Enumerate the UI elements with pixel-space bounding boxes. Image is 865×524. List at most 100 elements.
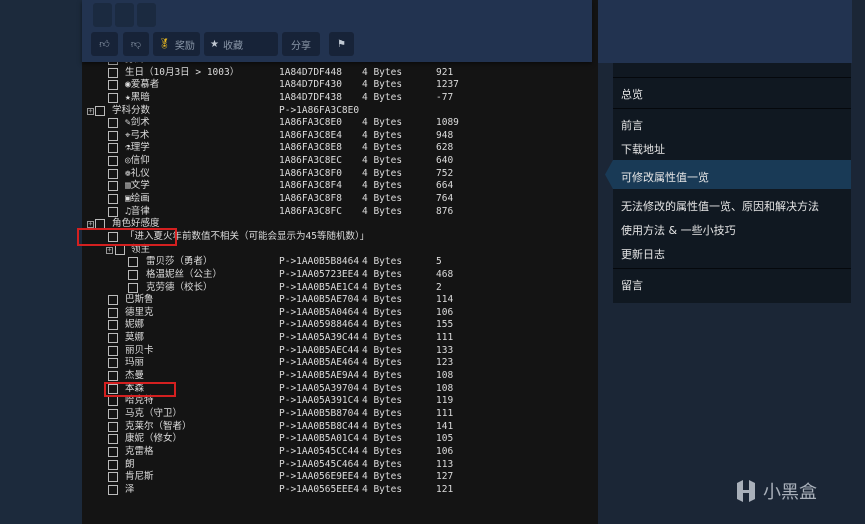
active-checkbox[interactable] bbox=[108, 345, 118, 356]
active-checkbox[interactable] bbox=[108, 194, 118, 205]
right-header-panel bbox=[598, 0, 852, 63]
table-row[interactable]: ❁礼仪 1A86FA3C8F0 4 Bytes 752 bbox=[82, 168, 598, 181]
thumbs-down-button[interactable]: 👎︎ bbox=[123, 32, 149, 56]
table-row[interactable]: 巴斯鲁 P->1AA0B5AE704 4 Bytes 114 bbox=[82, 294, 598, 307]
sidebar-item-comments[interactable]: 留言 bbox=[621, 277, 643, 293]
cell-addr: P->1AA0B5AE1C4 bbox=[279, 281, 360, 293]
table-row[interactable]: 康妮（修女） P->1AA0B5A01C4 4 Bytes 105 bbox=[82, 433, 598, 446]
table-row[interactable]: ⚗理学 1A86FA3C8E8 4 Bytes 628 bbox=[82, 142, 598, 155]
expand-icon[interactable]: + bbox=[87, 107, 94, 115]
table-row[interactable]: 克雷格 P->1AA0545CC44 4 Bytes 106 bbox=[82, 446, 598, 459]
placeholder-button[interactable] bbox=[93, 3, 112, 27]
active-checkbox[interactable] bbox=[108, 446, 118, 457]
sidebar-item-modifiable-values[interactable]: 可修改属性值一览 bbox=[621, 169, 709, 185]
active-checkbox[interactable] bbox=[108, 295, 118, 306]
table-row[interactable]: 莫娜 P->1AA05A39C44 4 Bytes 111 bbox=[82, 332, 598, 345]
table-row[interactable]: ▥文学 1A86FA3C8F4 4 Bytes 664 bbox=[82, 180, 598, 193]
sidebar-item-changelog[interactable]: 更新日志 bbox=[621, 246, 665, 262]
active-checkbox[interactable] bbox=[108, 408, 118, 419]
active-checkbox[interactable] bbox=[108, 371, 118, 382]
cell-value: 640 bbox=[436, 155, 454, 167]
active-checkbox[interactable] bbox=[108, 130, 118, 141]
favorite-button[interactable]: ★ 收藏 bbox=[204, 32, 278, 56]
cell-value: 111 bbox=[436, 332, 454, 344]
cell-addr: P->1AA05A39704 bbox=[279, 382, 360, 394]
expand-icon[interactable]: + bbox=[106, 246, 113, 254]
active-checkbox[interactable] bbox=[128, 257, 138, 268]
table-row[interactable]: 克劳德（校长） P->1AA0B5AE1C4 4 Bytes 2 bbox=[82, 282, 598, 295]
placeholder-button[interactable] bbox=[115, 3, 134, 27]
cell-name: 杰曼 bbox=[125, 370, 145, 382]
active-checkbox[interactable] bbox=[115, 244, 125, 255]
table-row[interactable]: ⌖弓术 1A86FA3C8E4 4 Bytes 948 bbox=[82, 130, 598, 143]
table-row[interactable]: 克莱尔（智者） P->1AA0B5B8C44 4 Bytes 141 bbox=[82, 421, 598, 434]
table-row[interactable]: 杰曼 P->1AA0B5AE9A4 4 Bytes 108 bbox=[82, 370, 598, 383]
cell-value: 764 bbox=[436, 193, 454, 205]
cell-addr: P->1AA0B5B8C44 bbox=[279, 420, 360, 432]
active-checkbox[interactable] bbox=[108, 206, 118, 217]
table-row[interactable]: 德里克 P->1AA0B5A0464 4 Bytes 106 bbox=[82, 307, 598, 320]
cell-type: 4 Bytes bbox=[362, 370, 403, 382]
active-checkbox[interactable] bbox=[108, 92, 118, 103]
report-button[interactable]: ⚑ bbox=[329, 32, 354, 56]
table-row[interactable]: 格温妮丝（公主） P->1AA05723EE4 4 Bytes 468 bbox=[82, 269, 598, 282]
active-checkbox[interactable] bbox=[108, 358, 118, 369]
active-checkbox[interactable] bbox=[108, 168, 118, 179]
active-checkbox[interactable] bbox=[108, 421, 118, 432]
highlight-box-jieman bbox=[104, 382, 176, 397]
cell-addr: 1A86FA3C8EC bbox=[279, 155, 342, 167]
sidebar-item-download[interactable]: 下载地址 bbox=[621, 141, 665, 157]
table-row[interactable]: ♫音律 1A86FA3C8FC 4 Bytes 876 bbox=[82, 206, 598, 219]
active-checkbox[interactable] bbox=[108, 181, 118, 192]
active-checkbox[interactable] bbox=[108, 118, 118, 129]
active-checkbox[interactable] bbox=[108, 333, 118, 344]
active-checkbox[interactable] bbox=[108, 472, 118, 483]
active-checkbox[interactable] bbox=[108, 156, 118, 167]
table-row[interactable]: ◎信仰 1A86FA3C8EC 4 Bytes 640 bbox=[82, 155, 598, 168]
table-row[interactable]: 雷贝莎（勇者） P->1AA0B5B8464 4 Bytes 5 bbox=[82, 256, 598, 269]
sidebar-item-preface[interactable]: 前言 bbox=[621, 117, 643, 133]
table-row[interactable]: 朗 P->1AA0545C464 4 Bytes 113 bbox=[82, 459, 598, 472]
active-checkbox[interactable] bbox=[108, 307, 118, 318]
highlight-box-affection bbox=[77, 228, 177, 246]
table-row[interactable]: 哈克特 P->1AA05A391C4 4 Bytes 119 bbox=[82, 395, 598, 408]
share-button[interactable]: 分享 bbox=[282, 32, 320, 56]
table-row[interactable]: 马克（守卫） P->1AA0B5B8704 4 Bytes 111 bbox=[82, 408, 598, 421]
active-checkbox[interactable] bbox=[128, 282, 138, 293]
award-button[interactable]: 🏅︎ 奖励 bbox=[153, 32, 200, 56]
cell-value: 628 bbox=[436, 142, 454, 154]
table-row[interactable]: ◉爱慕者 1A84D7DF430 4 Bytes 1237 bbox=[82, 79, 598, 92]
active-checkbox[interactable] bbox=[108, 80, 118, 91]
cell-value: 2 bbox=[436, 281, 442, 293]
table-row[interactable]: 泽 P->1AA0565EEE4 4 Bytes 121 bbox=[82, 484, 598, 497]
cell-addr: 1A86FA3C8F0 bbox=[279, 167, 342, 179]
active-checkbox[interactable] bbox=[108, 320, 118, 331]
placeholder-button[interactable] bbox=[137, 3, 156, 27]
table-row[interactable]: 妮娜 P->1AA05988464 4 Bytes 155 bbox=[82, 319, 598, 332]
active-checkbox[interactable] bbox=[95, 105, 105, 116]
table-group-row[interactable]: + 学科分数 P->1A86FA3C8E0 bbox=[82, 105, 598, 118]
cell-type: 4 Bytes bbox=[362, 294, 403, 306]
table-row[interactable]: 生日（10月3日 > 1003） 1A84D7DF448 4 Bytes 921 bbox=[82, 67, 598, 80]
active-checkbox[interactable] bbox=[108, 143, 118, 154]
sidebar-item-usage-tips[interactable]: 使用方法 & 一些小技巧 bbox=[621, 222, 736, 238]
sidebar-item-overview[interactable]: 总览 bbox=[621, 86, 643, 102]
active-checkbox[interactable] bbox=[108, 67, 118, 78]
table-row[interactable]: 玛丽 P->1AA0B5AE464 4 Bytes 123 bbox=[82, 357, 598, 370]
table-row[interactable]: ✎剑术 1A86FA3C8E0 4 Bytes 1089 bbox=[82, 117, 598, 130]
active-checkbox[interactable] bbox=[128, 269, 138, 280]
table-row[interactable]: ★黑暗 1A84D7DF438 4 Bytes -77 bbox=[82, 92, 598, 105]
cell-name: 生日（10月3日 > 1003） bbox=[125, 66, 240, 78]
table-row[interactable]: ▣绘画 1A86FA3C8F8 4 Bytes 764 bbox=[82, 193, 598, 206]
table-row[interactable]: 肯尼斯 P->1AA056E9EE4 4 Bytes 127 bbox=[82, 471, 598, 484]
active-checkbox[interactable] bbox=[108, 484, 118, 495]
table-row[interactable]: 丽贝卡 P->1AA0B5AEC44 4 Bytes 133 bbox=[82, 345, 598, 358]
cell-type: 4 Bytes bbox=[362, 357, 403, 369]
active-checkbox[interactable] bbox=[108, 396, 118, 407]
sidebar-item-unmodifiable-values[interactable]: 无法修改的属性值一览、原因和解决方法 bbox=[621, 198, 819, 214]
thumbs-up-button[interactable]: 👍︎ bbox=[91, 32, 118, 56]
active-checkbox[interactable] bbox=[108, 459, 118, 470]
cell-value: 468 bbox=[436, 268, 454, 280]
cell-name: 妮娜 bbox=[125, 319, 145, 331]
active-checkbox[interactable] bbox=[108, 434, 118, 445]
